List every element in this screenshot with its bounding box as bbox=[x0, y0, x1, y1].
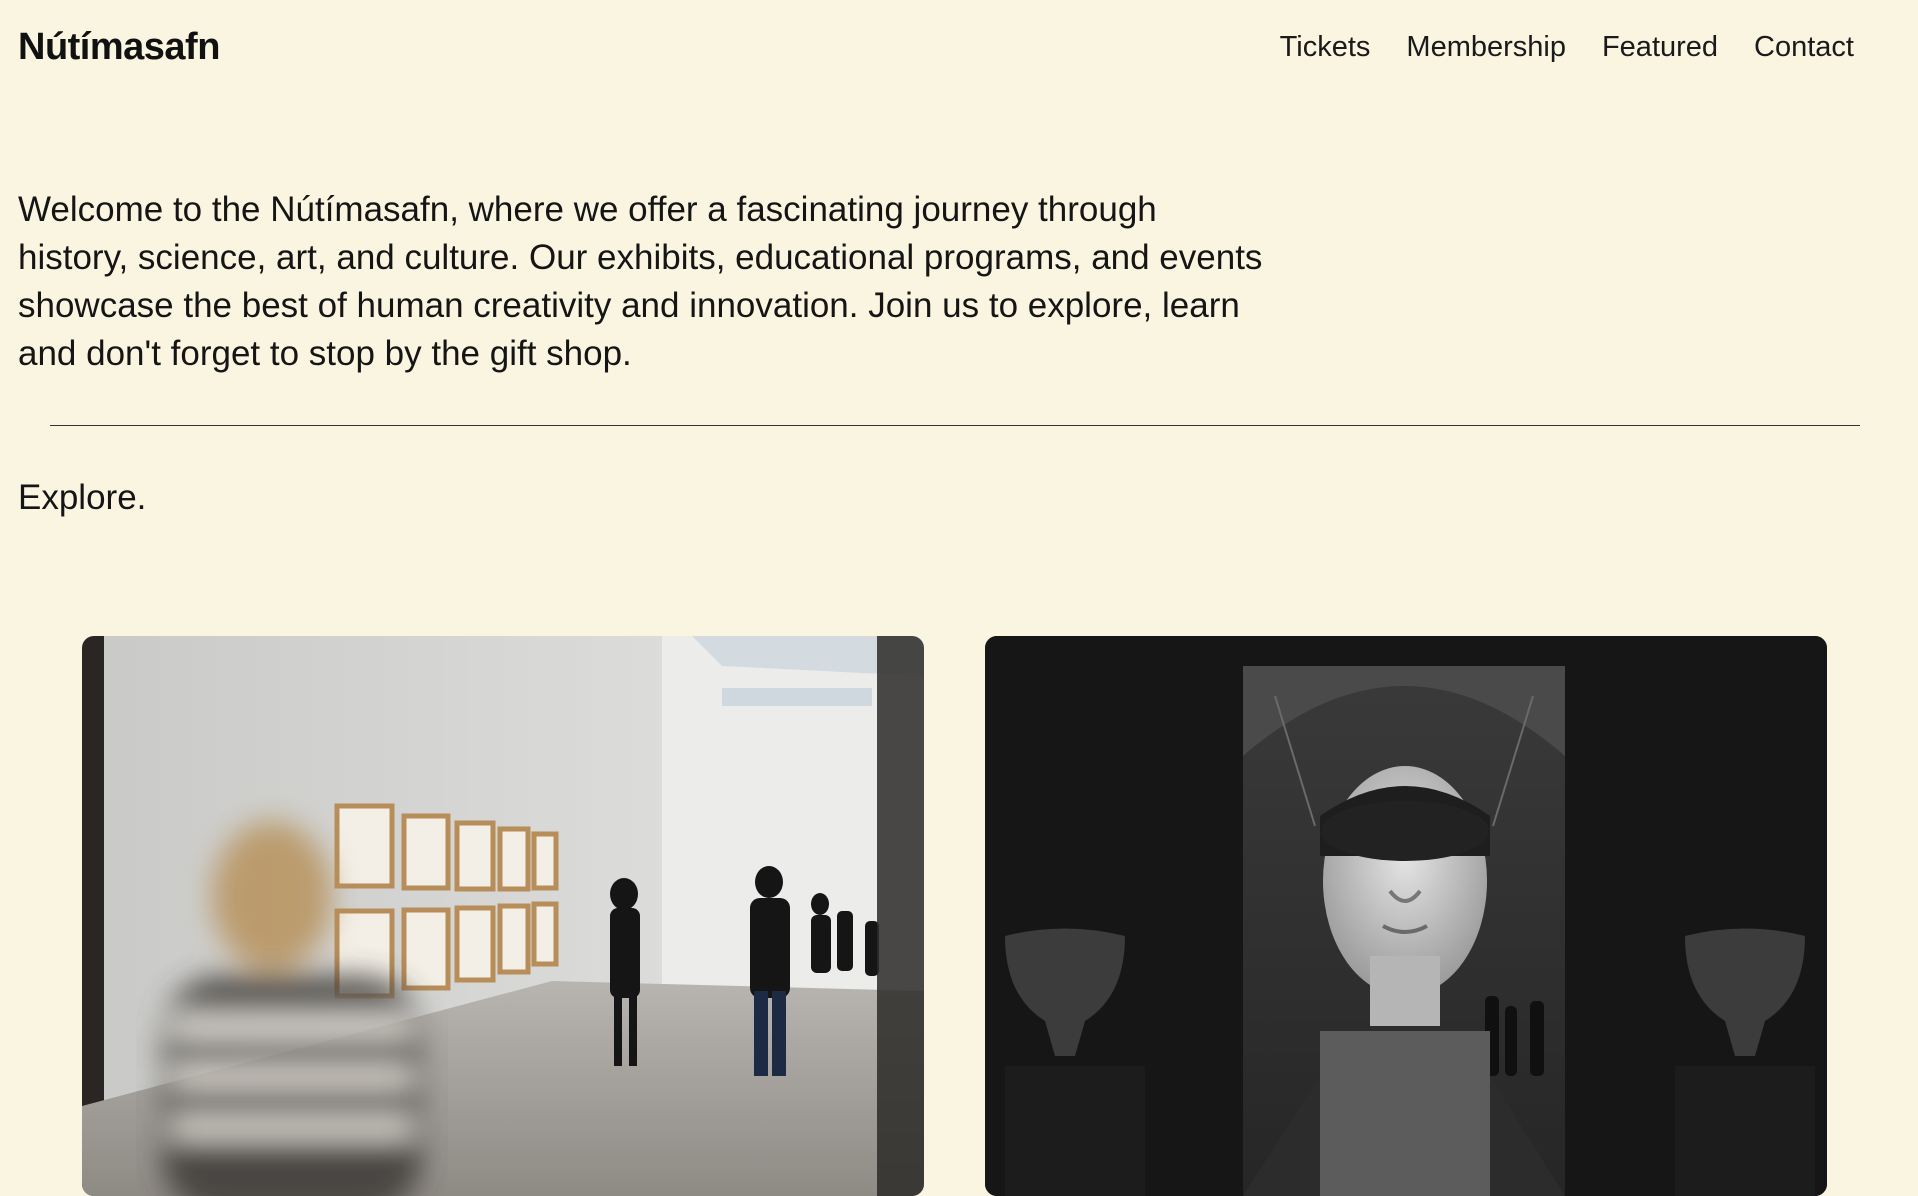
intro-text: Welcome to the Nútímasafn, where we offe… bbox=[18, 190, 1263, 373]
site-header: Nútímasafn Tickets Membership Featured C… bbox=[0, 0, 1918, 100]
explore-heading: Explore. bbox=[18, 478, 147, 517]
nav-featured[interactable]: Featured bbox=[1602, 31, 1718, 64]
nav-tickets[interactable]: Tickets bbox=[1280, 31, 1371, 64]
statue-photo bbox=[985, 636, 1827, 1196]
section-divider bbox=[50, 425, 1860, 426]
gallery-photo bbox=[82, 636, 924, 1196]
statue-photo-card[interactable] bbox=[985, 636, 1827, 1196]
nav-contact[interactable]: Contact bbox=[1754, 31, 1854, 64]
gallery-photo-card[interactable] bbox=[82, 636, 924, 1196]
brand-logo[interactable]: Nútímasafn bbox=[18, 26, 220, 69]
main-nav: Tickets Membership Featured Contact bbox=[1280, 31, 1854, 64]
nav-membership[interactable]: Membership bbox=[1406, 31, 1566, 64]
